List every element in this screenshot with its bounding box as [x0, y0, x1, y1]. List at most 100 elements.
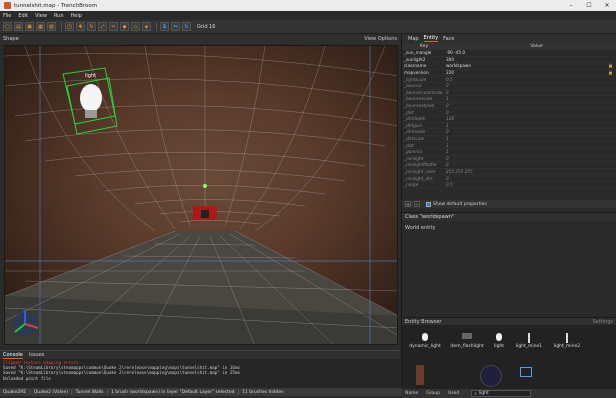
remove-property-button[interactable]: −: [414, 201, 420, 207]
model-preview[interactable]: [480, 365, 502, 387]
property-row[interactable]: _minlight_dirt 0: [402, 175, 616, 182]
property-key: _dist: [404, 142, 414, 148]
property-value[interactable]: 0: [444, 83, 608, 88]
select-tool-icon[interactable]: ◳: [65, 22, 74, 31]
menu-view[interactable]: View: [35, 13, 47, 19]
property-value[interactable]: 300: [444, 57, 608, 62]
property-value[interactable]: 1: [444, 123, 608, 128]
save-icon[interactable]: ▣: [25, 22, 34, 31]
status-mod: Quake2 (Valve): [33, 389, 69, 395]
flip-v-icon[interactable]: ⇅: [182, 22, 191, 31]
property-value[interactable]: 0: [444, 103, 608, 108]
property-row[interactable]: _dirtdepth 128: [402, 116, 616, 123]
tab-face[interactable]: Face: [443, 36, 454, 42]
menu-edit[interactable]: Edit: [18, 13, 28, 19]
property-value[interactable]: 1: [444, 136, 608, 141]
close-button[interactable]: ✕: [598, 0, 616, 11]
move-tool-icon[interactable]: ✥: [76, 22, 85, 31]
model-preview[interactable]: [416, 365, 424, 385]
show-default-checkbox[interactable]: [426, 201, 431, 207]
entity-item[interactable]: item_flashlight: [446, 333, 488, 349]
lock-icon: 🔒: [608, 70, 613, 76]
property-row[interactable]: _sunlight2 300: [402, 57, 616, 64]
tab-map[interactable]: Map: [408, 36, 419, 42]
maximize-button[interactable]: ☐: [580, 0, 598, 11]
clip-tool-icon[interactable]: ✂: [109, 22, 118, 31]
property-value[interactable]: 0: [444, 90, 608, 95]
property-row[interactable]: _range 0.5: [402, 182, 616, 189]
property-value[interactable]: 0: [444, 156, 608, 161]
property-value[interactable]: -90 -45 0: [444, 50, 608, 55]
3d-viewport[interactable]: light: [4, 45, 398, 345]
property-row[interactable]: _lightscale 0.5: [402, 76, 616, 83]
property-value[interactable]: 128: [444, 116, 608, 121]
entity-item[interactable]: light: [488, 333, 510, 349]
property-value[interactable]: 1: [444, 149, 608, 154]
sort-name-button[interactable]: Name: [405, 391, 418, 396]
property-value[interactable]: 1: [444, 143, 608, 148]
uv-lock-icon[interactable]: ▧: [47, 22, 56, 31]
sort-used-button[interactable]: Used: [448, 391, 459, 396]
property-row[interactable]: _bouncescale 1: [402, 96, 616, 103]
property-value[interactable]: 220: [444, 70, 608, 75]
entity-item[interactable]: dynamic_light: [406, 333, 444, 349]
property-row[interactable]: mapversion 220 🔒: [402, 70, 616, 77]
property-row[interactable]: _dist 1: [402, 142, 616, 149]
minimize-button[interactable]: –: [562, 0, 580, 11]
property-value[interactable]: 0: [444, 110, 608, 115]
flip-h-icon[interactable]: ⇋: [171, 22, 180, 31]
sort-group-button[interactable]: Group: [426, 391, 440, 396]
property-value[interactable]: 0.5: [444, 77, 608, 82]
property-row[interactable]: _dist 0: [402, 109, 616, 116]
entity-item[interactable]: light_mine1: [512, 333, 546, 349]
property-row[interactable]: classname worldspawn 🔒: [402, 63, 616, 70]
add-property-button[interactable]: +: [405, 201, 411, 207]
property-row[interactable]: _dirtgain 1: [402, 123, 616, 130]
menu-file[interactable]: File: [3, 13, 11, 19]
face-tool-icon[interactable]: ◈: [142, 22, 151, 31]
texture-lock-icon[interactable]: ▦: [36, 22, 45, 31]
property-row[interactable]: _sun_mangle -90 -45 0: [402, 50, 616, 57]
property-value[interactable]: 0: [444, 176, 608, 181]
property-value[interactable]: 0: [444, 162, 608, 167]
tab-console[interactable]: Console: [3, 352, 23, 359]
rotate-tool-icon[interactable]: ↻: [87, 22, 96, 31]
menu-run[interactable]: Run: [54, 13, 64, 19]
property-row[interactable]: _minlightMottle 0: [402, 162, 616, 169]
value-column-header: Value: [530, 44, 543, 49]
property-value[interactable]: worldspawn: [444, 63, 608, 68]
status-texture: Tunnel Walls: [75, 389, 104, 395]
property-row[interactable]: _dirtscale 1: [402, 136, 616, 143]
entity-browser-settings[interactable]: Settings: [592, 319, 613, 325]
class-description: World entity: [402, 221, 616, 313]
duplicate-icon[interactable]: ⧉: [160, 22, 169, 31]
property-row[interactable]: _minlight_color 255 255 255: [402, 169, 616, 176]
edge-tool-icon[interactable]: ◇: [131, 22, 140, 31]
property-row[interactable]: _minlight 0: [402, 156, 616, 163]
entity-item[interactable]: light_mine2: [550, 333, 584, 349]
property-row[interactable]: _gamma 1: [402, 149, 616, 156]
property-row[interactable]: _bouncecolorscale 0: [402, 90, 616, 97]
scale-tool-icon[interactable]: ⤢: [98, 22, 107, 31]
new-map-icon[interactable]: ▢: [3, 22, 12, 31]
property-key: _lightscale: [404, 76, 427, 82]
property-value[interactable]: 255 255 255: [444, 169, 608, 174]
tab-entity[interactable]: Entity: [423, 35, 439, 42]
light-entity-label: light: [85, 73, 97, 79]
menu-help[interactable]: Help: [71, 13, 82, 19]
property-value[interactable]: 0: [444, 129, 608, 134]
vertex-tool-icon[interactable]: ◆: [120, 22, 129, 31]
property-row[interactable]: _dirtmode 0: [402, 129, 616, 136]
property-row[interactable]: _bouncestyled 0: [402, 103, 616, 110]
light-bulb-icon: [422, 333, 428, 341]
tab-issues[interactable]: Issues: [29, 352, 45, 358]
grid-size-select[interactable]: Grid 16: [197, 24, 215, 30]
property-value[interactable]: 1: [444, 96, 608, 101]
model-preview[interactable]: [520, 367, 532, 377]
property-row[interactable]: _bounce 0: [402, 83, 616, 90]
property-value[interactable]: 0.5: [444, 182, 608, 187]
open-icon[interactable]: ▤: [14, 22, 23, 31]
shape-label[interactable]: Shape: [3, 36, 19, 42]
view-options-button[interactable]: View Options: [364, 36, 397, 42]
properties-table: _sun_mangle -90 -45 0 _sunlight2 300 classna…: [402, 50, 616, 200]
